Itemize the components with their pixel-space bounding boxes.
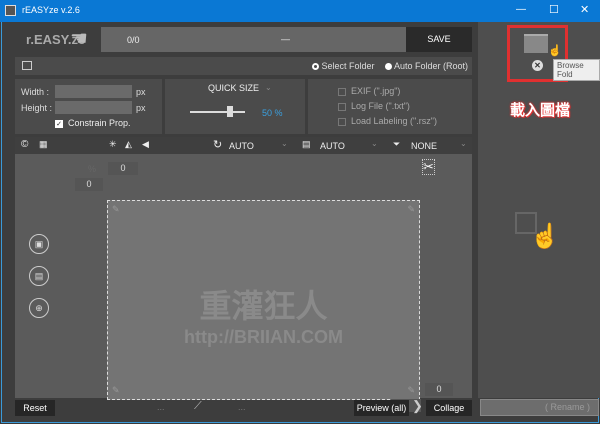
- document-button[interactable]: ▤: [29, 266, 49, 286]
- window-title: rEASYze v.2.6: [22, 5, 80, 15]
- tooltip: Browse Fold: [553, 59, 600, 81]
- collage-button[interactable]: Collage: [426, 400, 472, 416]
- flip-icon[interactable]: ◭: [125, 139, 132, 150]
- slider-handle[interactable]: [227, 106, 233, 117]
- edit-icon[interactable]: ✎: [407, 204, 415, 215]
- zoom-button[interactable]: ⊕: [29, 298, 49, 318]
- chevron-down-icon[interactable]: ⌄: [371, 139, 378, 148]
- top-pct-label: %: [88, 164, 97, 174]
- radio-select-folder[interactable]: Select Folder: [312, 61, 375, 71]
- rotate-icon[interactable]: ↻: [213, 138, 222, 151]
- dots-right: ...: [238, 402, 246, 412]
- crop-frame[interactable]: ✎ ✎ ✎ ✎ 重灌狂人 http://BRIIAN.COM: [107, 200, 420, 400]
- reset-button[interactable]: Reset: [15, 400, 55, 416]
- edit-icon[interactable]: ✎: [112, 385, 120, 396]
- cursor-hand-icon: ☝: [548, 45, 562, 57]
- status-bar: 0/0 —: [101, 27, 406, 52]
- load-labeling-checkbox[interactable]: Load Labeling (".rsz"): [338, 116, 437, 126]
- save-button[interactable]: SAVE: [406, 27, 472, 52]
- size-panel: Width : px Height : px ✓ Constrain Prop.: [15, 79, 162, 134]
- minimize-button[interactable]: —: [516, 4, 526, 15]
- annotation-label: 載入圖檔: [510, 102, 571, 119]
- exif-checkbox[interactable]: EXIF (".jpg"): [338, 86, 400, 96]
- crop-scissors-icon[interactable]: ✂: [422, 159, 435, 175]
- hand-pointer-icon: ☚: [70, 28, 88, 50]
- log-file-checkbox[interactable]: Log File (".txt"): [338, 101, 410, 111]
- quick-size-dropdown[interactable]: ⌄: [265, 83, 272, 92]
- rotate-dropdown[interactable]: AUTO: [229, 141, 254, 151]
- save-format-icon[interactable]: ▤: [302, 139, 311, 150]
- title-bar: rEASYze v.2.6 — ☐ ✕: [0, 0, 600, 22]
- maximize-button[interactable]: ☐: [549, 3, 559, 16]
- close-button[interactable]: ✕: [580, 3, 589, 16]
- chevron-down-icon[interactable]: ⌄: [281, 139, 288, 148]
- width-label: Width :: [21, 87, 50, 97]
- output-folder-icon: [22, 61, 32, 70]
- right-offset-input[interactable]: 0: [425, 383, 453, 396]
- right-panel: ☝ ✕ Browse Fold 載入圖檔 ☝: [478, 22, 600, 398]
- radio-auto-folder[interactable]: Auto Folder (Root): [385, 61, 468, 71]
- preview-all-button[interactable]: Preview (all): [354, 400, 409, 416]
- format-dropdown[interactable]: AUTO: [320, 141, 345, 151]
- quick-size-panel: QUICK SIZE ⌄ 50 %: [165, 79, 305, 134]
- constrain-checkbox[interactable]: ✓ Constrain Prop.: [55, 118, 131, 128]
- edit-icon[interactable]: ✎: [407, 385, 415, 396]
- brightness-icon[interactable]: ✳: [109, 139, 117, 150]
- quick-size-label: QUICK SIZE: [208, 83, 260, 93]
- width-input[interactable]: [55, 85, 132, 98]
- status-text: —: [281, 34, 290, 44]
- dots-left: ...: [157, 402, 165, 412]
- filter-icon[interactable]: ⏷: [393, 139, 400, 150]
- browse-folder-icon[interactable]: [524, 34, 548, 53]
- toolbar: © ▦ ✳ ◭ ◀ ↻ AUTO ⌄ ▤ AUTO ⌄ ⏷ NONE ⌄: [15, 137, 472, 154]
- grid-icon[interactable]: ▦: [39, 139, 48, 150]
- top-offset-input[interactable]: 0: [108, 162, 138, 175]
- main-window: r.EASY.ze ☚ 0/0 — SAVE Select Folder Aut…: [1, 22, 600, 423]
- output-options-panel: EXIF (".jpg") Log File (".txt") Load Lab…: [308, 79, 472, 134]
- chevron-down-icon[interactable]: ⌄: [460, 139, 467, 148]
- perspective-icon[interactable]: ◀: [142, 139, 149, 150]
- ruler-icon[interactable]: ⟋: [194, 400, 202, 413]
- image-counter: 0/0: [127, 35, 140, 45]
- quick-size-slider[interactable]: [190, 111, 245, 113]
- rename-input[interactable]: ( Rename ): [480, 399, 599, 416]
- watermark: 重灌狂人 http://BRIIAN.COM: [184, 288, 343, 347]
- copyright-icon[interactable]: ©: [21, 139, 28, 150]
- quick-size-value: 50 %: [262, 108, 283, 118]
- clear-icon[interactable]: ✕: [532, 60, 543, 71]
- hand-icon: ☝: [530, 223, 560, 250]
- folder-row: Select Folder Auto Folder (Root): [15, 57, 472, 75]
- save-preset-button[interactable]: ▣: [29, 234, 49, 254]
- edit-icon[interactable]: ✎: [112, 204, 120, 215]
- width-unit: px: [136, 87, 146, 97]
- height-label: Height :: [21, 103, 53, 113]
- app-icon: [5, 5, 16, 16]
- height-input[interactable]: [55, 101, 132, 114]
- left-offset-input[interactable]: 0: [75, 178, 103, 191]
- filter-dropdown[interactable]: NONE: [411, 141, 437, 151]
- height-unit: px: [136, 103, 146, 113]
- chevron-right-icon: ❯: [412, 398, 423, 413]
- canvas-area: % 0 0 ✂ ✎ ✎ ✎ ✎ 重灌狂人 http://BRIIAN.COM 0…: [15, 154, 472, 412]
